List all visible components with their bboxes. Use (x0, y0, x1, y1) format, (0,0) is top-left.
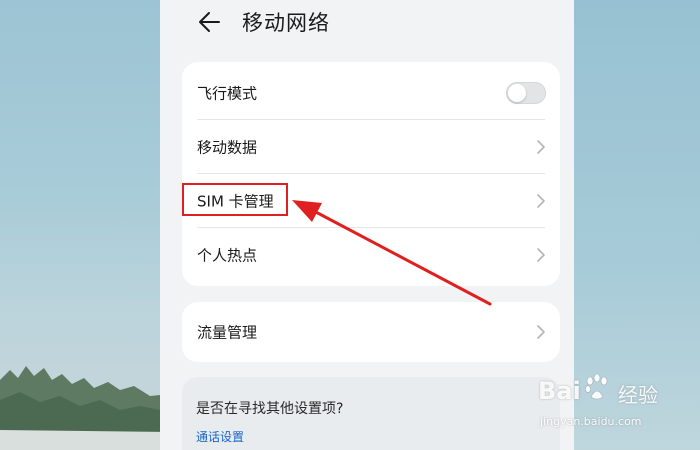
title-bar: 移动网络 (160, 0, 574, 50)
row-label: 个人热点 (197, 246, 258, 265)
watermark-url: jingyan.baidu.com (540, 415, 642, 428)
row-label: 流量管理 (197, 323, 258, 342)
settings-screen: 移动网络 飞行模式 移动数据 SIM 卡管理 个人热点 流量管理 是否在寻找其他… (160, 0, 574, 450)
settings-card-network: 飞行模式 移动数据 SIM 卡管理 个人热点 (182, 62, 560, 286)
settings-row-data-usage[interactable]: 流量管理 (182, 305, 560, 359)
chevron-right-icon (537, 248, 545, 262)
chevron-right-icon (537, 194, 545, 208)
row-label: 飞行模式 (197, 84, 258, 103)
airplane-mode-toggle[interactable] (506, 82, 546, 104)
settings-row-mobile-data[interactable]: 移动数据 (182, 120, 560, 174)
back-arrow-icon[interactable] (196, 9, 222, 35)
settings-row-airplane-mode[interactable]: 飞行模式 (182, 66, 560, 120)
settings-card-data-usage: 流量管理 (182, 302, 560, 362)
row-label: 移动数据 (197, 138, 258, 157)
suggestion-question: 是否在寻找其他设置项? (196, 401, 344, 417)
paw-icon (585, 373, 608, 400)
annotation-highlight-box (182, 183, 288, 216)
watermark-brand: Bai (538, 377, 581, 405)
toggle-knob (508, 84, 526, 102)
chevron-right-icon (537, 325, 545, 339)
watermark-suffix: 经验 (618, 383, 658, 407)
call-settings-link[interactable]: 通话设置 (196, 428, 244, 445)
settings-row-personal-hotspot[interactable]: 个人热点 (182, 228, 560, 282)
baidu-jingyan-watermark: Bai 经验 jingyan.baidu.com (538, 373, 688, 443)
wallpaper-trees (0, 366, 170, 450)
page-title: 移动网络 (242, 11, 330, 35)
chevron-right-icon (537, 140, 545, 154)
